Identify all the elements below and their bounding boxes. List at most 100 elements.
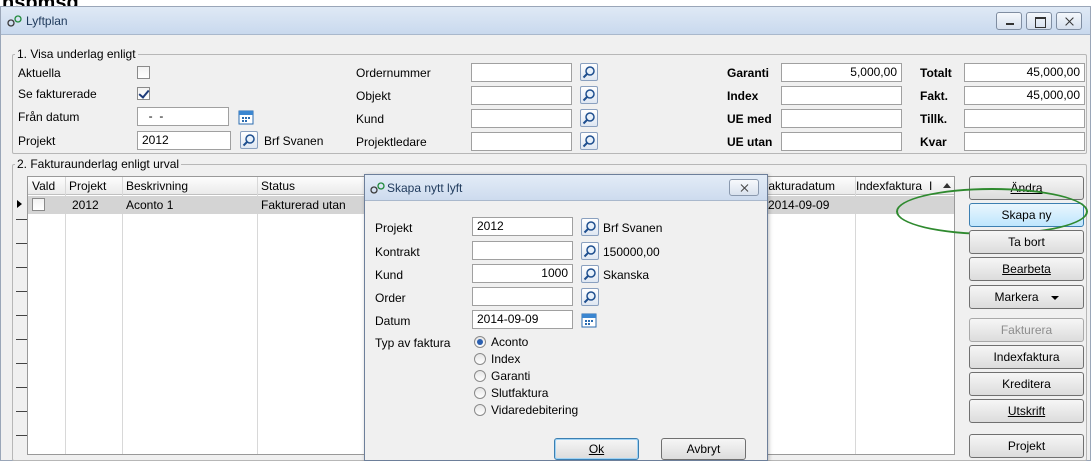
column-divider bbox=[122, 177, 123, 454]
dialog-close-button[interactable] bbox=[729, 179, 759, 196]
row-projekt: 2012 bbox=[72, 198, 99, 212]
dialog-order-field[interactable] bbox=[472, 287, 573, 306]
column-header-vald[interactable]: Vald bbox=[32, 179, 55, 193]
utskrift-button[interactable]: Utskrift bbox=[969, 399, 1084, 423]
dialog-kontrakt-search-button[interactable] bbox=[581, 242, 599, 260]
objekt-search-button[interactable] bbox=[580, 86, 598, 104]
dialog-title: Skapa nytt lyft bbox=[387, 181, 463, 195]
radio-garanti[interactable] bbox=[474, 370, 486, 382]
search-icon bbox=[583, 221, 596, 234]
fakt-field[interactable]: 45,000,00 bbox=[964, 86, 1085, 105]
row-tick bbox=[16, 219, 27, 220]
row-fakturadatum: 2014-09-09 bbox=[768, 198, 830, 212]
tillk-field[interactable] bbox=[964, 109, 1085, 128]
radio-vidaredebitering[interactable] bbox=[474, 404, 486, 416]
indexfaktura-button[interactable]: Indexfaktura bbox=[969, 345, 1084, 369]
projekt-search-button[interactable] bbox=[240, 131, 258, 149]
kreditera-button[interactable]: Kreditera bbox=[969, 372, 1084, 396]
highlight-ellipse bbox=[896, 188, 1088, 235]
projektledare-label: Projektledare bbox=[356, 135, 427, 149]
projektledare-field[interactable] bbox=[471, 132, 572, 151]
ta-bort-button-label: Ta bort bbox=[1008, 235, 1045, 249]
column-divider bbox=[257, 177, 258, 454]
row-tick bbox=[16, 291, 27, 292]
calendar-icon[interactable] bbox=[581, 312, 597, 328]
dialog-kund-search-button[interactable] bbox=[581, 265, 599, 283]
kund-field[interactable] bbox=[471, 109, 572, 128]
bearbeta-button[interactable]: Bearbeta bbox=[969, 257, 1084, 281]
column-header-i[interactable]: I bbox=[929, 179, 932, 193]
fran-datum-label: Från datum bbox=[18, 110, 80, 124]
column-header-status[interactable]: Status bbox=[261, 179, 295, 193]
search-icon bbox=[582, 112, 595, 125]
dialog-projekt-name: Brf Svanen bbox=[603, 221, 663, 235]
row-tick bbox=[16, 411, 27, 412]
ue-med-field[interactable] bbox=[781, 109, 902, 128]
row-tick bbox=[16, 315, 27, 316]
markera-button[interactable]: Markera bbox=[969, 285, 1084, 309]
ue-utan-field[interactable] bbox=[781, 132, 902, 151]
minimize-button[interactable] bbox=[996, 12, 1022, 30]
chevron-down-icon bbox=[1050, 295, 1059, 300]
dialog-kund-name: Skanska bbox=[603, 268, 650, 282]
search-icon bbox=[583, 291, 596, 304]
ue-utan-label: UE utan bbox=[727, 135, 773, 149]
radio-index[interactable] bbox=[474, 353, 486, 365]
index-field[interactable] bbox=[781, 86, 902, 105]
dialog-kontrakt-amount: 150000,00 bbox=[603, 245, 660, 259]
column-header-projekt[interactable]: Projekt bbox=[69, 179, 106, 193]
garanti-field[interactable]: 5,000,00 bbox=[781, 63, 902, 82]
column-divider bbox=[65, 177, 66, 454]
se-fakturerade-checkbox[interactable] bbox=[137, 87, 150, 100]
ordernummer-label: Ordernummer bbox=[356, 66, 431, 80]
close-button[interactable] bbox=[1056, 12, 1082, 30]
column-header-fakturadatum[interactable]: Fakturadatum bbox=[761, 179, 835, 193]
projektledare-search-button[interactable] bbox=[580, 132, 598, 150]
row-vald-checkbox[interactable] bbox=[32, 198, 45, 211]
dialog-kund-label: Kund bbox=[375, 268, 404, 282]
objekt-field[interactable] bbox=[471, 86, 572, 105]
ta-bort-button[interactable]: Ta bort bbox=[969, 230, 1084, 254]
aktuella-checkbox[interactable] bbox=[137, 66, 150, 79]
column-header-indexfaktura[interactable]: Indexfaktura bbox=[856, 179, 922, 193]
projekt-name: Brf Svanen bbox=[264, 134, 324, 148]
dialog-kontrakt-field[interactable] bbox=[472, 241, 573, 260]
window-title: Lyftplan bbox=[26, 14, 68, 28]
radio-slutfaktura-label: Slutfaktura bbox=[491, 386, 549, 400]
dialog-kund-field[interactable]: 1000 bbox=[472, 264, 573, 283]
index-label: Index bbox=[727, 89, 759, 103]
totalt-field[interactable]: 45,000,00 bbox=[964, 63, 1085, 82]
kund-search-button[interactable] bbox=[580, 109, 598, 127]
row-indicators bbox=[16, 195, 27, 455]
column-header-beskrivning[interactable]: Beskrivning bbox=[126, 179, 188, 193]
dialog-order-search-button[interactable] bbox=[581, 288, 599, 306]
radio-slutfaktura[interactable] bbox=[474, 387, 486, 399]
ordernummer-field[interactable] bbox=[471, 63, 572, 82]
projekt-field[interactable]: 2012 bbox=[137, 131, 231, 150]
kvar-field[interactable] bbox=[964, 132, 1085, 151]
fakturera-button[interactable]: Fakturera bbox=[969, 318, 1084, 342]
app-icon bbox=[7, 15, 22, 27]
radio-garanti-label: Garanti bbox=[491, 369, 531, 383]
calendar-icon[interactable] bbox=[238, 109, 254, 125]
radio-aconto[interactable] bbox=[474, 336, 486, 348]
ordernummer-search-button[interactable] bbox=[580, 63, 598, 81]
row-tick bbox=[16, 363, 27, 364]
totalt-label: Totalt bbox=[920, 66, 952, 80]
search-icon bbox=[242, 134, 255, 147]
projekt-button[interactable]: Projekt bbox=[969, 434, 1084, 458]
row-tick bbox=[16, 435, 27, 436]
section-filter-legend: 1. Visa underlag enligt bbox=[17, 47, 136, 61]
dialog-projekt-search-button[interactable] bbox=[581, 218, 599, 236]
typ-av-faktura-label: Typ av faktura bbox=[375, 336, 451, 350]
avbryt-button[interactable]: Avbryt bbox=[661, 438, 746, 460]
dialog-datum-label: Datum bbox=[375, 314, 411, 328]
maximize-button[interactable] bbox=[1026, 12, 1052, 30]
dialog-datum-field[interactable]: 2014-09-09 bbox=[472, 310, 573, 329]
radio-aconto-label: Aconto bbox=[491, 335, 529, 349]
kvar-label: Kvar bbox=[920, 135, 947, 149]
ok-button[interactable]: Ok bbox=[554, 438, 639, 460]
fran-datum-field[interactable]: - - bbox=[137, 107, 229, 126]
dialog-projekt-field[interactable]: 2012 bbox=[472, 217, 573, 236]
kreditera-button-label: Kreditera bbox=[1002, 377, 1051, 391]
